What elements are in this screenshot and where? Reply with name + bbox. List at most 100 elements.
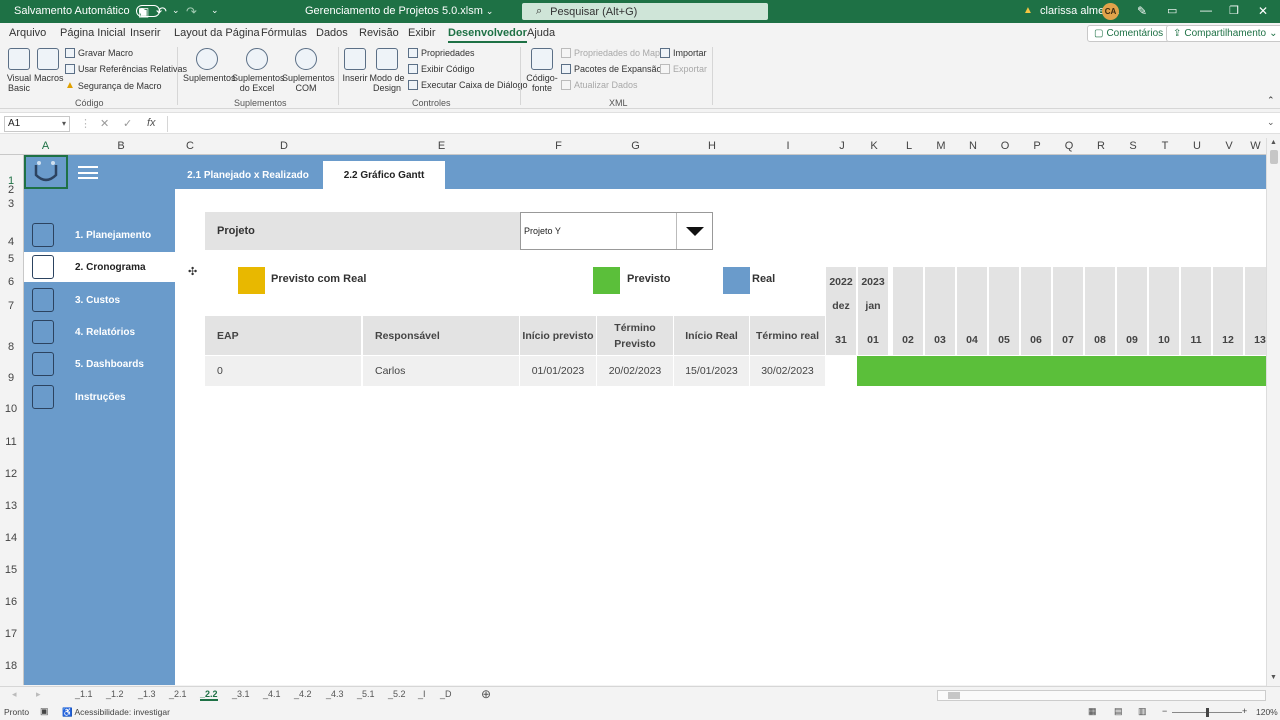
row-header[interactable]: 9 bbox=[0, 372, 22, 384]
source-button[interactable]: Código-fonte bbox=[525, 48, 559, 93]
column-header[interactable]: A bbox=[24, 140, 67, 152]
sheet-tab[interactable]: _2.1 bbox=[169, 689, 187, 699]
normal-view-icon[interactable]: ▦ bbox=[1088, 706, 1097, 717]
vertical-scrollbar[interactable]: ▲ ▼ bbox=[1266, 138, 1280, 686]
row-header[interactable]: 7 bbox=[0, 300, 22, 312]
sheet-tab[interactable]: _4.3 bbox=[326, 689, 344, 699]
column-header[interactable]: G bbox=[597, 140, 674, 152]
sheet-tab-active[interactable]: _2.2 bbox=[200, 689, 218, 701]
column-header[interactable]: T bbox=[1149, 140, 1181, 152]
sheet-tab[interactable]: _I bbox=[418, 689, 426, 699]
sidebar-item-dashboards[interactable]: 5. Dashboards bbox=[24, 349, 175, 379]
page-break-icon[interactable]: ▥ bbox=[1138, 706, 1147, 717]
cell-inicio-real[interactable]: 15/01/2023 bbox=[674, 356, 750, 386]
row-header[interactable]: 13 bbox=[0, 500, 22, 512]
prev-sheet-icon[interactable]: ◂ bbox=[12, 689, 17, 700]
sidebar-item-instrucoes[interactable]: Instruções bbox=[24, 382, 175, 412]
sheet-tab[interactable]: _3.1 bbox=[232, 689, 250, 699]
macro-security-button[interactable]: ▲ Segurança de Macro bbox=[65, 80, 161, 91]
menu-hamburger-icon[interactable] bbox=[78, 166, 98, 179]
row-header[interactable]: 4 bbox=[0, 236, 22, 248]
project-dropdown[interactable]: Projeto Y bbox=[520, 212, 713, 250]
com-addins-button[interactable]: Suplementos COM bbox=[282, 48, 335, 93]
search-box[interactable]: ⌕ Pesquisar (Alt+G) bbox=[522, 3, 768, 20]
add-sheet-icon[interactable]: ⊕ bbox=[481, 687, 491, 701]
row-header[interactable]: 17 bbox=[0, 628, 22, 640]
zoom-slider-thumb[interactable] bbox=[1206, 708, 1209, 717]
sidebar-item-planejamento[interactable]: 1. Planejamento bbox=[24, 220, 175, 250]
customize-toolbar-icon[interactable]: ⌄ bbox=[211, 5, 219, 16]
macros-button[interactable]: Macros bbox=[34, 48, 64, 83]
tab-revisao[interactable]: Revisão bbox=[359, 27, 399, 39]
row-header[interactable]: 12 bbox=[0, 468, 22, 480]
row-header[interactable]: 16 bbox=[0, 596, 22, 608]
row-header[interactable]: 14 bbox=[0, 532, 22, 544]
fx-icon[interactable]: fx bbox=[147, 117, 156, 129]
share-button[interactable]: ⇪ Compartilhamento ⌄ bbox=[1166, 25, 1280, 42]
sidebar-item-custos[interactable]: 3. Custos bbox=[24, 285, 175, 315]
cell-termino-real[interactable]: 30/02/2023 bbox=[750, 356, 826, 386]
row-header[interactable]: 2 bbox=[0, 184, 22, 196]
sheet-tab[interactable]: _4.2 bbox=[294, 689, 312, 699]
column-header[interactable]: S bbox=[1117, 140, 1149, 152]
column-header[interactable]: C bbox=[175, 140, 205, 152]
addins-button[interactable]: Suplementos bbox=[183, 48, 236, 83]
save-icon[interactable]: ▣ bbox=[138, 5, 149, 19]
file-name[interactable]: Gerenciamento de Projetos 5.0.xlsm ⌄ bbox=[305, 5, 493, 17]
expand-formula-icon[interactable]: ⌄ bbox=[1267, 117, 1275, 128]
column-header[interactable]: H bbox=[674, 140, 750, 152]
row-header[interactable]: 8 bbox=[0, 341, 22, 353]
cell-termino-previsto[interactable]: 20/02/2023 bbox=[597, 356, 674, 386]
visual-basic-button[interactable]: Visual Basic bbox=[4, 48, 34, 93]
cancel-icon[interactable]: ✕ bbox=[100, 117, 109, 130]
export-button[interactable]: Exportar bbox=[660, 64, 707, 74]
zoom-in-icon[interactable]: + bbox=[1242, 706, 1247, 716]
record-macro-button[interactable]: Gravar Macro bbox=[65, 48, 133, 58]
tab-exibir[interactable]: Exibir bbox=[408, 27, 436, 39]
dropdown-arrow-icon[interactable] bbox=[676, 213, 712, 249]
sheet-tab[interactable]: _5.1 bbox=[357, 689, 375, 699]
comments-button[interactable]: ▢ Comentários bbox=[1087, 25, 1171, 42]
column-header[interactable]: R bbox=[1085, 140, 1117, 152]
minimize-icon[interactable]: — bbox=[1200, 3, 1212, 17]
column-header[interactable]: D bbox=[205, 140, 363, 152]
cell-eap[interactable]: 0 bbox=[205, 356, 362, 386]
sheet-tab[interactable]: _1.2 bbox=[106, 689, 124, 699]
sidebar-item-cronograma[interactable]: 2. Cronograma bbox=[24, 252, 175, 282]
tab-pagina-inicial[interactable]: Página Inicial bbox=[60, 27, 125, 39]
row-header[interactable]: 5 bbox=[0, 253, 22, 265]
row-header[interactable]: 11 bbox=[0, 436, 22, 448]
sheet-area[interactable]: 1. Planejamento 2. Cronograma 3. Custos … bbox=[24, 155, 1266, 685]
tab-desenvolvedor[interactable]: Desenvolvedor bbox=[448, 27, 527, 43]
enter-icon[interactable]: ✓ bbox=[123, 117, 132, 130]
hscroll-thumb[interactable] bbox=[948, 692, 960, 699]
row-header[interactable]: 10 bbox=[0, 403, 22, 415]
cell-inicio-previsto[interactable]: 01/01/2023 bbox=[520, 356, 597, 386]
tab-inserir[interactable]: Inserir bbox=[130, 27, 161, 39]
subtab-grafico-gantt[interactable]: 2.2 Gráfico Gantt bbox=[323, 161, 445, 189]
column-header[interactable]: Q bbox=[1053, 140, 1085, 152]
sheet-tab[interactable]: _1.3 bbox=[138, 689, 156, 699]
tab-dados[interactable]: Dados bbox=[316, 27, 348, 39]
tab-formulas[interactable]: Fórmulas bbox=[261, 27, 307, 39]
row-header[interactable]: 15 bbox=[0, 564, 22, 576]
expansion-packs-button[interactable]: Pacotes de Expansão bbox=[561, 64, 662, 74]
column-header[interactable]: L bbox=[893, 140, 925, 152]
page-layout-icon[interactable]: ▤ bbox=[1114, 706, 1123, 717]
cell-responsavel[interactable]: Carlos bbox=[363, 356, 520, 386]
column-header[interactable]: M bbox=[925, 140, 957, 152]
row-header[interactable]: 6 bbox=[0, 276, 22, 288]
warning-icon[interactable]: ▲ bbox=[1023, 5, 1033, 16]
scrollbar-thumb[interactable] bbox=[1270, 150, 1278, 164]
view-code-button[interactable]: Exibir Código bbox=[408, 64, 475, 74]
column-header[interactable]: V bbox=[1213, 140, 1245, 152]
ribbon-display-icon[interactable]: ▭ bbox=[1167, 4, 1177, 17]
name-box[interactable]: A1 ▾ bbox=[4, 116, 70, 132]
sheet-tab[interactable]: _4.1 bbox=[263, 689, 281, 699]
scroll-down-icon[interactable]: ▼ bbox=[1270, 674, 1277, 681]
column-header[interactable]: O bbox=[989, 140, 1021, 152]
column-header[interactable]: B bbox=[67, 140, 175, 152]
sheet-tab[interactable]: _D bbox=[440, 689, 452, 699]
horizontal-scrollbar[interactable] bbox=[937, 690, 1266, 701]
map-properties-button[interactable]: Propriedades do Mapa bbox=[561, 48, 665, 58]
